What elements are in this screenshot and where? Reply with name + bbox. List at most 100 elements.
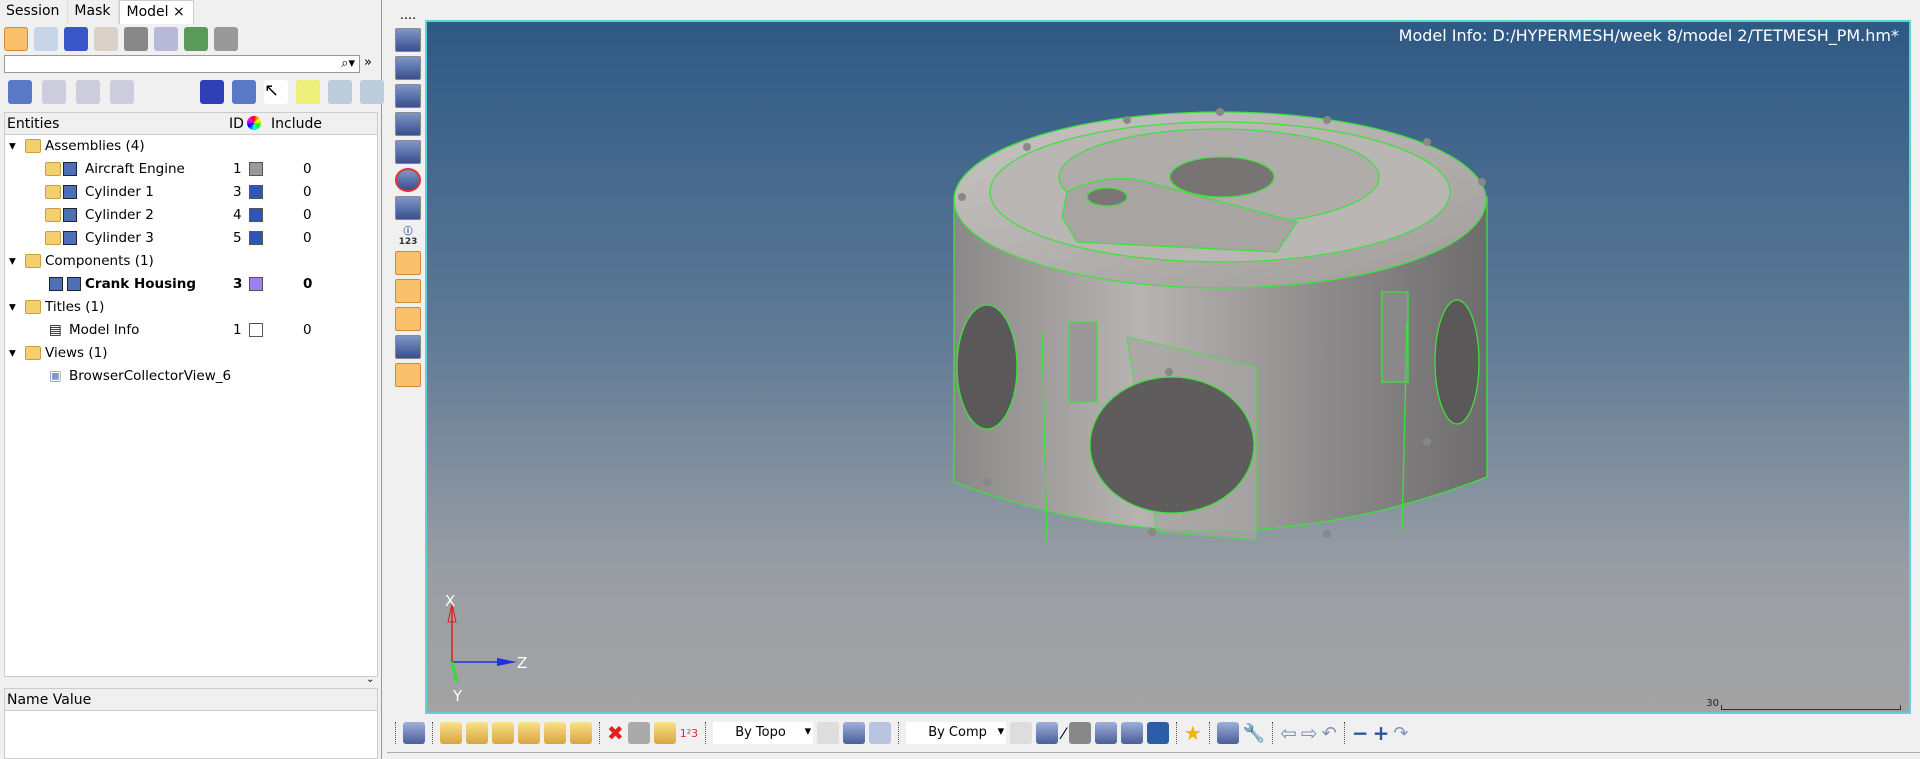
zoom-in-icon[interactable]: + (1373, 721, 1390, 745)
loadcols-folder-icon[interactable] (492, 722, 514, 744)
color-swatch[interactable] (249, 162, 263, 176)
tree-item[interactable]: Cylinder 1 3 0 (5, 181, 377, 204)
tree-item[interactable]: Cylinder 3 5 0 (5, 227, 377, 250)
shell-icon[interactable] (1094, 722, 1117, 744)
zoom-out-icon[interactable]: − (1352, 721, 1369, 745)
eye-isolate-icon[interactable] (360, 80, 384, 104)
tree-group-components[interactable]: ▾ Components (1) (5, 250, 377, 273)
expand-chevron-icon[interactable]: » (364, 55, 372, 70)
beam-sections-icon[interactable] (214, 27, 238, 51)
splitter-chevron-icon[interactable]: ⌄ (366, 674, 374, 685)
show-icon[interactable] (653, 722, 676, 744)
forward-arrow-icon[interactable]: ⇨ (1301, 721, 1318, 745)
transform-icon[interactable] (395, 335, 421, 359)
surface-icon[interactable] (395, 363, 421, 387)
toolbar-grip[interactable] (395, 722, 396, 744)
mesh-delete-icon[interactable] (395, 56, 421, 80)
collapse-icon[interactable]: ▾ (9, 299, 16, 315)
components-icon[interactable] (64, 27, 88, 51)
shaded-icon[interactable] (843, 722, 866, 744)
tree-group-views[interactable]: ▾ Views (1) (5, 342, 377, 365)
mesh-solid-icon[interactable] (395, 112, 421, 136)
loadcols-icon[interactable] (94, 27, 118, 51)
layout-icon[interactable] (1216, 722, 1239, 744)
close-icon[interactable]: × (173, 4, 185, 20)
connectors-icon[interactable] (34, 27, 58, 51)
tree-item[interactable]: ▤ Model Info 1 0 (5, 319, 377, 342)
box-icon[interactable] (869, 722, 892, 744)
explode-icon[interactable] (1120, 722, 1143, 744)
eye-toggle-icon[interactable] (328, 80, 352, 104)
wireframe-icon[interactable] (817, 722, 840, 744)
toolbar-grip[interactable]: ···· (392, 13, 424, 26)
components-folder-icon[interactable] (466, 722, 488, 744)
eye-tree2-icon[interactable] (76, 80, 100, 104)
properties-icon[interactable] (124, 27, 148, 51)
color-by-comp-select[interactable]: By Comp (906, 722, 1007, 744)
wrench-icon[interactable]: 🔧 (1243, 723, 1265, 744)
line-icon[interactable]: ⁄ (1062, 724, 1065, 743)
mesh-select-icon[interactable] (395, 140, 421, 164)
tree-item[interactable]: Cylinder 2 4 0 (5, 204, 377, 227)
tab-session[interactable]: Session (0, 0, 69, 24)
label-load-icon[interactable] (395, 307, 421, 331)
tab-mask[interactable]: Mask (68, 0, 120, 24)
measure-icon[interactable] (395, 251, 421, 275)
back-arrow-icon[interactable]: ⇦ (1280, 721, 1297, 745)
element-display-icon[interactable] (232, 80, 256, 104)
mesh-edit-icon[interactable] (395, 28, 421, 52)
color-swatch[interactable] (249, 185, 263, 199)
renumber-icon[interactable]: 1²3 (680, 727, 698, 740)
search-icon[interactable]: ⌕▾ (341, 56, 355, 71)
color-swatch[interactable] (249, 208, 263, 222)
tree-item[interactable]: Aircraft Engine 1 0 (5, 158, 377, 181)
color-swatch[interactable] (249, 231, 263, 245)
eye-swap-icon[interactable] (110, 80, 134, 104)
mesh-icon[interactable] (395, 84, 421, 108)
eye-tree-icon[interactable] (42, 80, 66, 104)
column-include[interactable]: Include (271, 116, 322, 132)
crank-housing-model[interactable] (427, 22, 1911, 714)
tab-model[interactable]: Model × (119, 0, 194, 24)
info-icon[interactable]: ⓘ 123 (392, 224, 424, 247)
tree-group-titles[interactable]: ▾ Titles (1) (5, 296, 377, 319)
star-icon[interactable]: ★ (1184, 721, 1202, 745)
cursor-icon[interactable]: ↖ (264, 80, 288, 104)
all-entities-icon[interactable] (4, 27, 28, 51)
column-id[interactable]: ID (229, 116, 244, 132)
delete-icon[interactable]: ✖ (607, 721, 624, 745)
element-color-icon[interactable] (200, 80, 224, 104)
monitor-icon[interactable] (1146, 722, 1169, 744)
collapse-icon[interactable]: ▾ (9, 345, 16, 361)
assemblies-folder-icon[interactable] (440, 722, 462, 744)
plane-icon[interactable] (1068, 722, 1091, 744)
tree-item[interactable]: ▣ BrowserCollectorView_6 (5, 365, 377, 388)
color-swatch[interactable] (249, 277, 263, 291)
binoculars-icon[interactable] (395, 196, 421, 220)
mesh-circle-icon[interactable] (395, 168, 421, 192)
element-wireframe-icon[interactable] (1010, 722, 1033, 744)
undo-view-icon[interactable]: ↶ (1322, 723, 1337, 744)
display-mode-icon[interactable] (8, 80, 32, 104)
search-input[interactable]: ⌕▾ (4, 55, 360, 73)
materials-icon[interactable] (154, 27, 178, 51)
systems-folder-icon[interactable] (570, 722, 592, 744)
collapse-icon[interactable]: ▾ (9, 138, 16, 154)
highlight-icon[interactable] (296, 80, 320, 104)
display-toolbar (8, 80, 134, 104)
assemblies-icon[interactable] (184, 27, 208, 51)
element-shaded-icon[interactable] (1036, 722, 1059, 744)
graphics-viewport[interactable]: Model Info: D:/HYPERMESH/week 8/model 2/… (425, 20, 1911, 714)
color-swatch[interactable] (249, 323, 263, 337)
loads-folder-icon[interactable] (544, 722, 566, 744)
props-folder-icon[interactable] (518, 722, 540, 744)
mesh-display-icon[interactable] (403, 722, 425, 744)
column-entities[interactable]: Entities (7, 116, 59, 132)
tree-group-assemblies[interactable]: ▾ Assemblies (4) (5, 135, 377, 158)
tree-item[interactable]: Crank Housing 3 0 (5, 273, 377, 296)
collapse-icon[interactable]: ▾ (9, 253, 16, 269)
label-abc-icon[interactable] (395, 279, 421, 303)
hide-icon[interactable] (627, 722, 650, 744)
color-by-topo-select[interactable]: By Topo (713, 722, 814, 744)
redo-view-icon[interactable]: ↷ (1393, 723, 1408, 744)
